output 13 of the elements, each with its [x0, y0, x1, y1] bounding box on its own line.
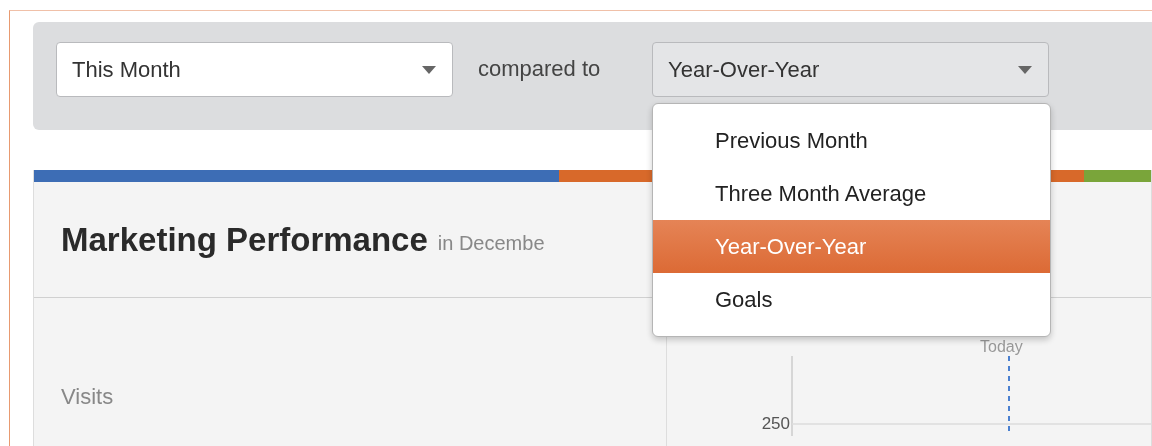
caret-icon [422, 65, 436, 74]
menu-option[interactable]: Three Month Average [653, 167, 1050, 220]
card-subtitle: in Decembe [437, 232, 545, 255]
axis-tick-label: 250 [760, 414, 790, 435]
metric-label: Visits [61, 384, 115, 410]
menu-option[interactable]: Previous Month [653, 114, 1050, 167]
card-title: Marketing Performance [61, 220, 428, 259]
compare-label: compared to [478, 56, 602, 82]
comparison-select[interactable]: Year-Over-Year [652, 42, 1049, 97]
period-select[interactable]: This Month [56, 42, 453, 97]
marker-label: Today [980, 338, 1024, 356]
menu-option[interactable]: Goals [653, 273, 1050, 326]
caret-icon [1018, 65, 1032, 74]
